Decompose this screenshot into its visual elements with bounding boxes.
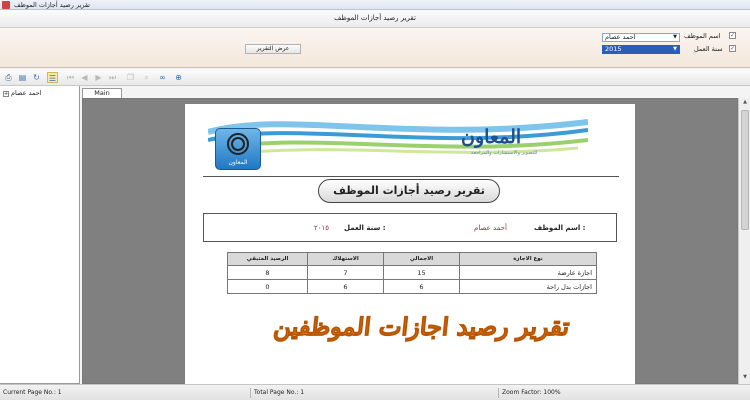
binoculars-icon[interactable]: ∞ [157, 72, 168, 83]
report-banner: تقرير رصيد اجازات الموظفين [272, 312, 572, 342]
status-bar: Current Page No.: 1 Total Page No.: 1 Zo… [0, 384, 750, 400]
scroll-thumb[interactable] [741, 110, 749, 230]
status-current-page: Current Page No.: 1 [3, 389, 62, 396]
year-combo[interactable]: 2015 ▼ [602, 45, 680, 54]
col-remaining: الرصيد المتبقي [227, 252, 308, 266]
page-setup-icon[interactable]: ▤ [17, 72, 28, 83]
cell-type: اجازة عارضة [459, 265, 597, 280]
employee-info-value: أحمد عصام [474, 224, 507, 232]
cell-total: 6 [383, 279, 460, 294]
search-icon[interactable]: ⌕ [141, 72, 152, 83]
first-page-icon[interactable]: ⏮ [65, 72, 76, 83]
year-label: سنة العمل [694, 45, 723, 53]
leave-balance-table: الرصيد المتبقي الاستهلاك الاجمالي نوع ال… [227, 252, 597, 294]
year-checkbox[interactable]: ✓ [729, 45, 736, 52]
vertical-scrollbar[interactable]: ▲ ▼ [738, 98, 750, 384]
tab-main-report[interactable]: Main Report [82, 88, 122, 106]
year-info-label: سنة العمل : [344, 224, 386, 232]
cell-remaining: 8 [227, 265, 308, 280]
tree-node-label: احمد عصام [11, 89, 42, 97]
cell-used: 7 [307, 265, 384, 280]
cell-type: اجازات بدل راحة [459, 279, 597, 294]
header-divider [203, 176, 619, 177]
cell-remaining: 0 [227, 279, 308, 294]
employee-info-label: اسم الموظف : [534, 224, 586, 232]
employee-label: اسم الموظف [684, 32, 721, 40]
col-total: الاجمالي [383, 252, 460, 266]
expand-icon[interactable]: + [3, 91, 9, 97]
window-titlebar: تقرير رصيد أجازات الموظف [0, 0, 750, 10]
form-header: تقرير رصيد أجازات الموظف [0, 10, 750, 28]
last-page-icon[interactable]: ⏭ [107, 72, 118, 83]
employee-info-box: اسم الموظف : أحمد عصام سنة العمل : ٢٠١٥ [203, 213, 617, 242]
table-row: 8 7 15 اجازة عارضة [227, 265, 597, 280]
print-icon[interactable]: ⎙ [3, 72, 14, 83]
zoom-icon[interactable]: ⊕ [173, 72, 184, 83]
scroll-down-icon[interactable]: ▼ [740, 374, 750, 383]
logo-badge: المعاون [215, 128, 261, 170]
copy-icon[interactable]: ❐ [125, 72, 136, 83]
table-header-row: الرصيد المتبقي الاستهلاك الاجمالي نوع ال… [227, 252, 597, 266]
col-used: الاستهلاك [307, 252, 384, 266]
year-combo-value: 2015 [605, 45, 622, 53]
report-page: المعاون المعاون للتصوير والاستشارات والم… [185, 104, 635, 384]
app-icon [2, 1, 10, 9]
year-info-value: ٢٠١٥ [314, 224, 330, 232]
chevron-down-icon[interactable]: ▼ [673, 34, 677, 41]
scroll-up-icon[interactable]: ▲ [740, 99, 750, 108]
window-title: تقرير رصيد أجازات الموظف [14, 1, 90, 9]
cell-used: 6 [307, 279, 384, 294]
status-zoom: Zoom Factor: 100% [502, 389, 561, 396]
cell-total: 15 [383, 265, 460, 280]
show-report-button[interactable]: عرض التقرير [245, 44, 301, 54]
group-tree-panel: + احمد عصام [0, 86, 80, 384]
prev-page-icon[interactable]: ◀ [79, 72, 90, 83]
status-separator [250, 388, 251, 398]
logo-caption: المعاون [228, 159, 248, 166]
form-title: تقرير رصيد أجازات الموظف [334, 14, 416, 22]
employee-checkbox[interactable]: ✓ [729, 32, 736, 39]
refresh-icon[interactable]: ↻ [31, 72, 42, 83]
toggle-tree-icon[interactable]: ☰ [47, 72, 58, 83]
brand-name: المعاون [461, 126, 522, 148]
col-type: نوع الاجازة [459, 252, 597, 266]
chevron-down-icon[interactable]: ▼ [673, 46, 677, 53]
tree-node-employee[interactable]: + احمد عصام [3, 89, 42, 97]
status-total-page: Total Page No.: 1 [254, 389, 305, 396]
next-page-icon[interactable]: ▶ [93, 72, 104, 83]
employee-combo[interactable]: احمد عصام ▼ [602, 33, 680, 42]
status-separator [498, 388, 499, 398]
report-title: تقرير رصيد أجازات الموظف [318, 179, 500, 203]
fingerprint-inner [231, 137, 245, 151]
report-toolbar: ⎙ ▤ ↻ ☰ ⏮ ◀ ▶ ⏭ ❐ ⌕ ∞ ⊕ [0, 70, 750, 86]
brand-tagline: للتصوير والاستشارات والمراجعة [471, 150, 538, 156]
employee-combo-value: احمد عصام [605, 33, 636, 41]
table-row: 0 6 6 اجازات بدل راحة [227, 279, 597, 294]
